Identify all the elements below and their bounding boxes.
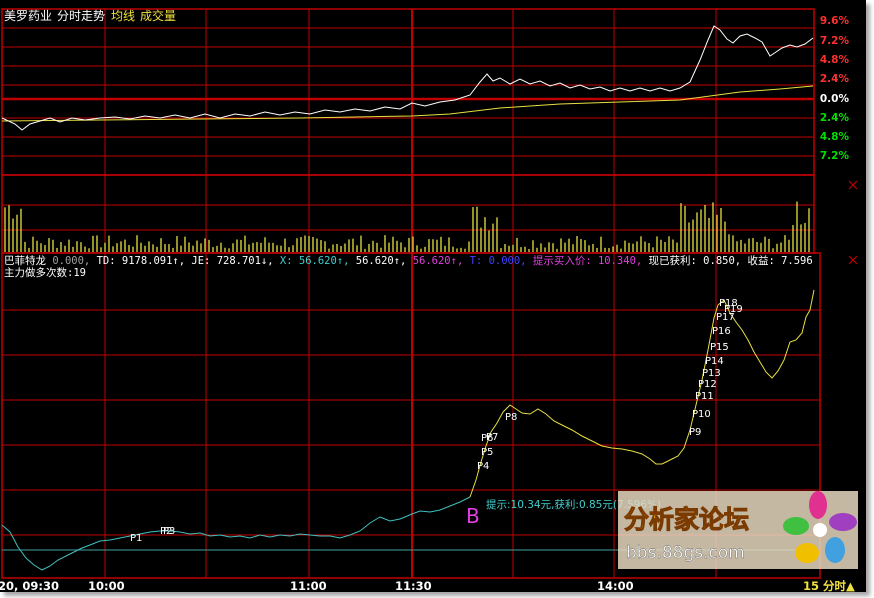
stock-name: 美罗药业 [4,9,52,23]
volume-bars [4,201,810,252]
signal-label: P3 [163,526,175,537]
time-tick-label: 14:00 [597,579,634,592]
percent-tick-label: 4.8% [820,131,850,143]
indicator-value: TD: 9178.091↑, [90,255,185,267]
percent-tick-label: 7.2% [820,150,850,162]
intraday-chart-window: 美罗药业 分时走势 均线 成交量 9.6% 7.2% 4.8% 2.4% 0.0% 2.4… [0,0,866,593]
indicator-value: 0.000, [46,255,90,267]
signal-label: P4 [477,461,489,472]
signal-label: P1 [130,533,142,544]
indicator-value: JE: 728.701↓, [185,255,274,267]
time-axis: 20, 09:30 10:00 11:00 11:30 14:00 15 分时▲ [0,579,855,593]
indicator-value: 56.620↑, [349,255,406,267]
avg-line-label: 均线 [111,9,135,23]
signal-label: P5 [481,447,493,458]
time-tick-label: 11:30 [395,579,432,592]
signal-label: P10 [692,409,711,420]
time-tick-label: 11:00 [290,579,327,592]
price-line [1,25,814,131]
signal-label: P13 [702,368,721,379]
indicator-value: 巴菲特龙 [4,254,46,267]
signal-label: P15 [710,342,729,353]
signal-label: P8 [505,412,517,423]
price-pane-border [1,8,815,176]
chart-canvas: 美罗药业 分时走势 均线 成交量 9.6% 7.2% 4.8% 2.4% 0.0% 2.4… [0,8,858,593]
percent-tick-label: 2.4% [820,73,850,85]
time-tick-label: 10:00 [88,579,125,592]
signal-label: P12 [698,379,717,390]
indicator-value: 提示买入价: 10.340, [527,255,643,267]
time-tick-label: 15 分时▲ [803,579,855,592]
signal-label: P14 [705,356,724,367]
percent-tick-label: 9.6% [820,15,850,27]
percent-tick-label: 0.0% [820,93,850,105]
percent-axis: 9.6% 7.2% 4.8% 2.4% 0.0% 2.4% 4.8% 7.2% [820,15,850,162]
percent-tick-label: 2.4% [820,112,850,124]
indicator-value: 现已获利: 0.850, [642,255,741,267]
main-force-count: 主力做多次数:19 [4,266,86,279]
watermark-url: bbs.88gs.com [626,543,745,563]
indicator-value: 收益: 7.596 [741,254,813,267]
signal-label: P19 [724,304,743,315]
indicator-value: T: 0.000, [463,255,526,267]
percent-tick-label: 7.2% [820,35,850,47]
volume-pane-grid [2,175,814,253]
volume-pane-border [1,174,815,254]
watermark-title: 分析家论坛 [624,505,749,534]
indicator-value: X: 56.620↑, [274,255,350,267]
volume-label: 成交量 [140,8,176,23]
average-price-line [1,85,814,122]
view-name: 分时走势 [57,9,105,23]
indicator-value: 56.620↑, [406,255,463,267]
main-force-line-yellow [469,289,815,498]
close-icon[interactable] [848,255,858,265]
price-pane-grid [2,9,814,175]
time-tick-label: 20, 09:30 [0,579,59,592]
close-icon[interactable] [848,180,858,190]
forum-watermark: 分析家论坛 bbs.88gs.com [618,491,858,569]
signal-label: P7 [486,432,498,443]
signal-label: P11 [695,391,714,402]
main-force-line-cyan [1,496,471,571]
signal-label: P9 [689,427,701,438]
percent-tick-label: 4.8% [820,54,850,66]
buy-marker: B [466,504,480,528]
signal-label: P16 [712,326,731,337]
indicator-readout: 巴菲特龙 0.000, TD: 9178.091↑, JE: 728.701↓,… [4,254,813,267]
